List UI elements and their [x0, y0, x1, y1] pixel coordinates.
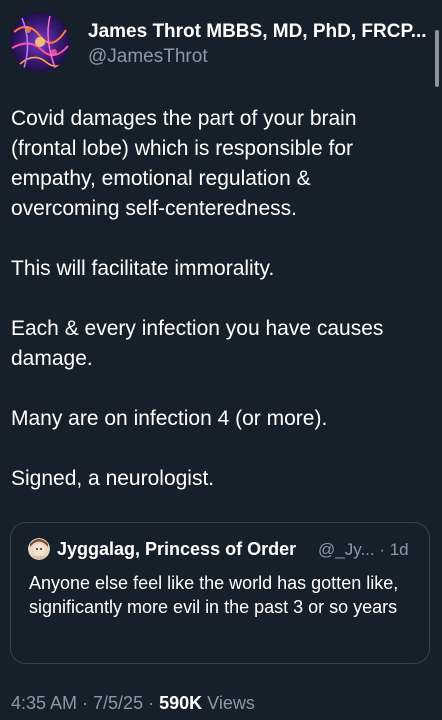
- tweet-paragraph: Each & every infection you have causes d…: [11, 317, 384, 370]
- tweet-paragraph: Covid damages the part of your brain (fr…: [11, 107, 357, 220]
- quoted-author-name: Jyggalag, Princess of Order: [57, 539, 297, 559]
- tweet-meta: 4:35 AM · 7/5/25 · 590K Views: [11, 693, 255, 714]
- quoted-author-avatar: [28, 538, 50, 560]
- tweet-text: Covid damages the part of your brain (fr…: [11, 104, 421, 524]
- views-label: Views: [207, 693, 255, 713]
- tweet-paragraph: Signed, a neurologist.: [11, 467, 215, 490]
- tweet-header: James Throt MBBS, MD, PhD, FRCP... @Jame…: [8, 12, 428, 72]
- avatar-image: [10, 12, 70, 72]
- timestamp[interactable]: 4:35 AM · 7/5/25 ·: [11, 693, 154, 713]
- quoted-tweet[interactable]: Jyggalag, Princess of Order @_Jy... · 1d…: [10, 522, 430, 664]
- scrollbar[interactable]: [435, 30, 439, 87]
- tweet-paragraph: Many are on infection 4 (or more).: [11, 407, 328, 430]
- tweet-paragraph: This will facilitate immorality.: [11, 257, 275, 280]
- views-count: 590K: [159, 693, 203, 713]
- author-avatar[interactable]: [10, 12, 70, 72]
- quoted-author-handle: @_Jy... · 1d: [318, 540, 409, 559]
- author-name[interactable]: James Throt MBBS, MD, PhD, FRCP...: [88, 21, 434, 43]
- quoted-tweet-text: Anyone else feel like the world has gott…: [29, 573, 399, 617]
- quoted-avatar-image: [28, 538, 50, 560]
- author-handle[interactable]: @JamesThrot: [88, 46, 208, 68]
